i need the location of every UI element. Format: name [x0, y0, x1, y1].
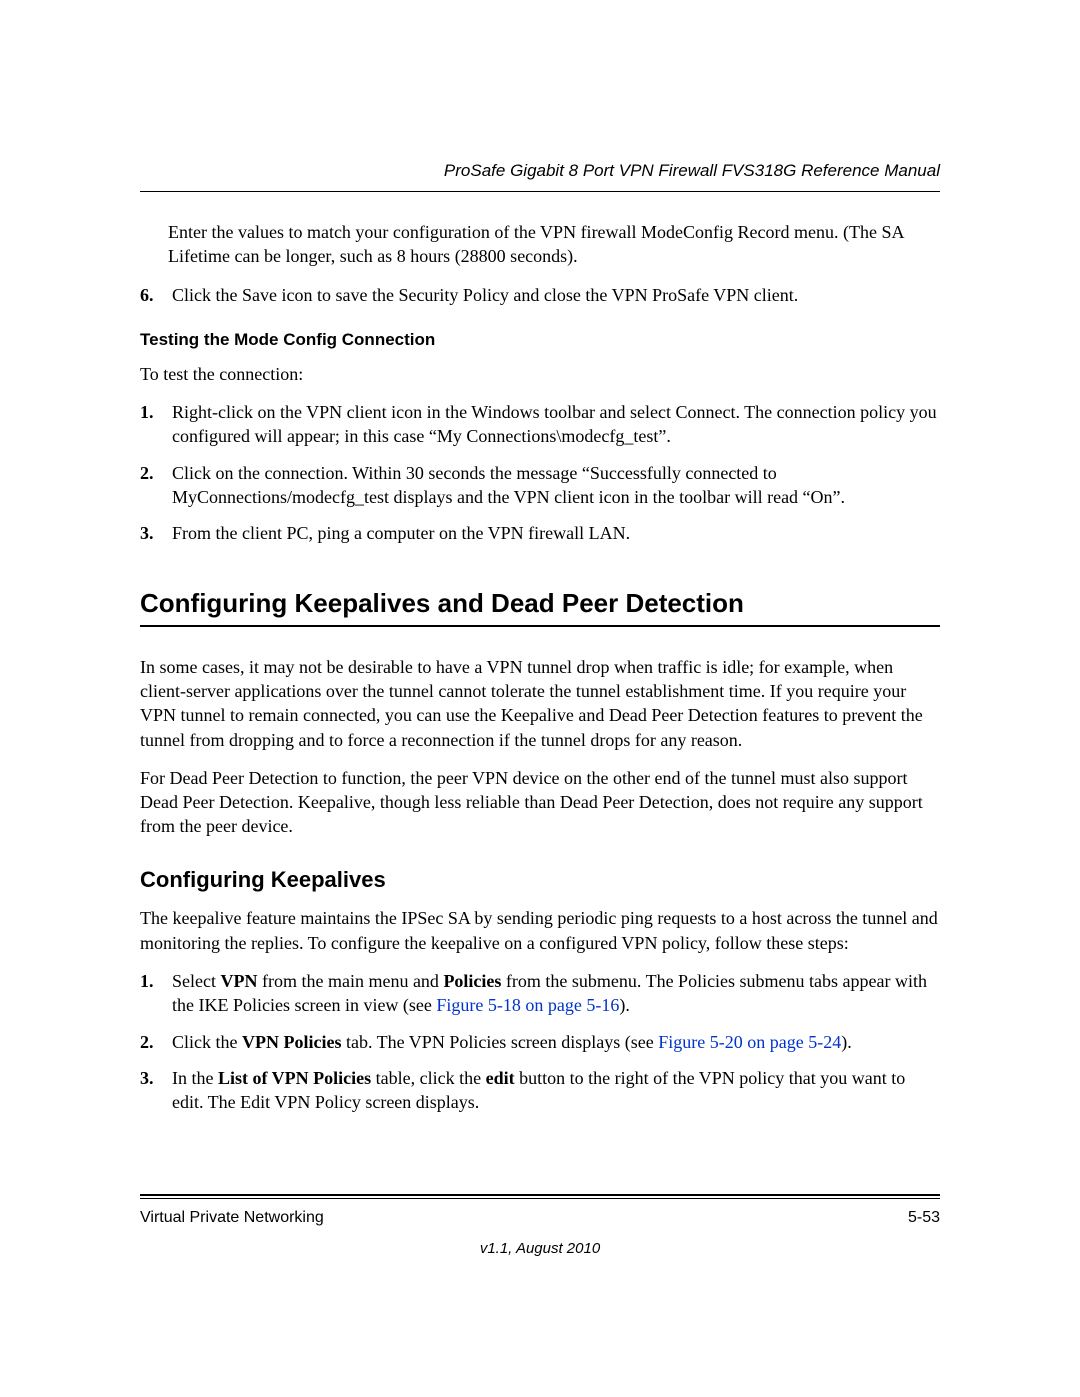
- step-marker: 1.: [140, 400, 154, 424]
- step-marker: 2.: [140, 461, 154, 485]
- testing-lead: To test the connection:: [140, 362, 940, 386]
- step-marker: 3.: [140, 1066, 154, 1090]
- step-text: Click the VPN Policies tab. The VPN Poli…: [172, 1032, 852, 1052]
- keepalives-steps: 1. Select VPN from the main menu and Pol…: [140, 969, 940, 1114]
- keepalives-heading: Configuring Keepalives: [140, 865, 940, 895]
- keepalives-lead: The keepalive feature maintains the IPSe…: [140, 906, 940, 955]
- footer-version: v1.1, August 2010: [140, 1239, 940, 1259]
- text-fragment: ).: [841, 1032, 852, 1052]
- step-text: Right-click on the VPN client icon in th…: [172, 402, 937, 446]
- step-list-continued: 6. Click the Save icon to save the Secur…: [140, 283, 940, 307]
- header-rule: [140, 191, 940, 192]
- keepalives-step-3: 3. In the List of VPN Policies table, cl…: [140, 1066, 940, 1115]
- bold-text: Policies: [443, 971, 501, 991]
- keepalives-step-1: 1. Select VPN from the main menu and Pol…: [140, 969, 940, 1018]
- step-text: Select VPN from the main menu and Polici…: [172, 971, 927, 1015]
- step-text: Click on the connection. Within 30 secon…: [172, 463, 845, 507]
- step-marker: 1.: [140, 969, 154, 993]
- figure-link[interactable]: Figure 5-20 on page 5-24: [658, 1032, 841, 1052]
- bold-text: VPN: [220, 971, 257, 991]
- manual-page: ProSafe Gigabit 8 Port VPN Firewall FVS3…: [0, 0, 1080, 1397]
- testing-steps: 1. Right-click on the VPN client icon in…: [140, 400, 940, 545]
- testing-step-2: 2. Click on the connection. Within 30 se…: [140, 461, 940, 510]
- step-marker: 2.: [140, 1030, 154, 1054]
- section-para-1: In some cases, it may not be desirable t…: [140, 655, 940, 752]
- bold-text: VPN Policies: [242, 1032, 341, 1052]
- testing-subsection-title: Testing the Mode Config Connection: [140, 329, 940, 352]
- step-text: In the List of VPN Policies table, click…: [172, 1068, 905, 1112]
- footer-page-number: 5-53: [908, 1207, 940, 1229]
- step-text: From the client PC, ping a computer on t…: [172, 523, 630, 543]
- text-fragment: Select: [172, 971, 220, 991]
- section-rule: [140, 625, 940, 627]
- text-fragment: In the: [172, 1068, 218, 1088]
- intro-paragraph: Enter the values to match your configura…: [168, 220, 940, 269]
- text-fragment: ).: [619, 995, 630, 1015]
- step-6: 6. Click the Save icon to save the Secur…: [140, 283, 940, 307]
- running-header: ProSafe Gigabit 8 Port VPN Firewall FVS3…: [140, 160, 940, 183]
- bold-text: List of VPN Policies: [218, 1068, 371, 1088]
- figure-link[interactable]: Figure 5-18 on page 5-16: [436, 995, 619, 1015]
- text-fragment: from the main menu and: [257, 971, 443, 991]
- footer-rule-light: [140, 1198, 940, 1199]
- footer-chapter: Virtual Private Networking: [140, 1207, 324, 1229]
- footer-line: Virtual Private Networking 5-53: [140, 1207, 940, 1229]
- section-heading: Configuring Keepalives and Dead Peer Det…: [140, 586, 940, 621]
- bold-text: edit: [486, 1068, 515, 1088]
- step-marker: 3.: [140, 521, 154, 545]
- step-text: Click the Save icon to save the Security…: [172, 285, 798, 305]
- step-marker: 6.: [140, 283, 154, 307]
- intro-block: Enter the values to match your configura…: [140, 220, 940, 269]
- text-fragment: Click the: [172, 1032, 242, 1052]
- keepalives-step-2: 2. Click the VPN Policies tab. The VPN P…: [140, 1030, 940, 1054]
- text-fragment: table, click the: [371, 1068, 485, 1088]
- footer-rule-heavy: [140, 1194, 940, 1196]
- testing-step-1: 1. Right-click on the VPN client icon in…: [140, 400, 940, 449]
- section-para-2: For Dead Peer Detection to function, the…: [140, 766, 940, 839]
- testing-step-3: 3. From the client PC, ping a computer o…: [140, 521, 940, 545]
- text-fragment: tab. The VPN Policies screen displays (s…: [341, 1032, 658, 1052]
